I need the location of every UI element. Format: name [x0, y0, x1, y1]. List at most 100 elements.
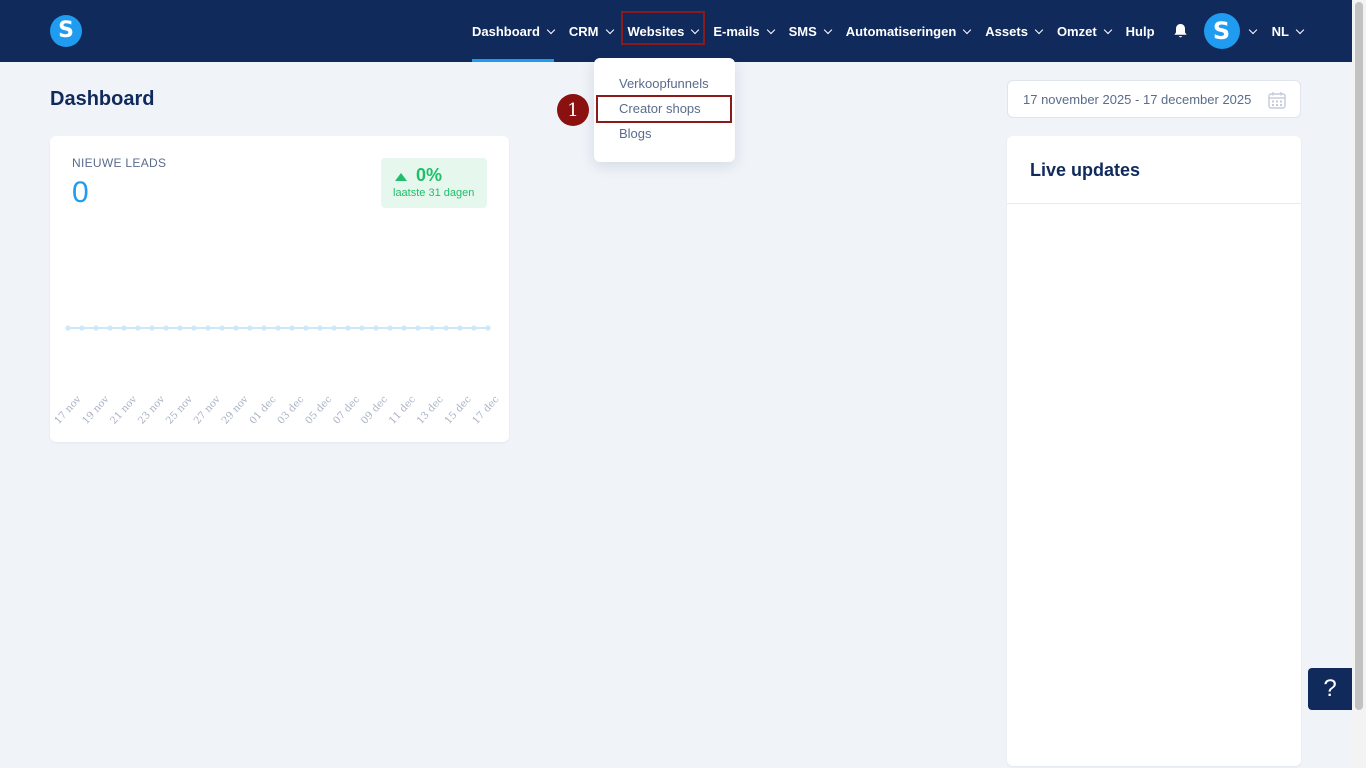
data-point: [387, 325, 393, 331]
data-point: [107, 325, 113, 331]
chevron-down-icon: [1248, 25, 1257, 34]
x-tick-label: 05 dec: [304, 394, 335, 427]
x-tick-label: 11 dec: [387, 394, 418, 427]
nav-crm[interactable]: CRM: [568, 0, 614, 62]
data-point: [359, 325, 365, 331]
annotation-highlight-box: [596, 95, 732, 123]
chevron-down-icon: [1295, 25, 1305, 34]
new-leads-card: NIEUWE LEADS 0 0% laatste 31 dagen 17 no…: [50, 136, 509, 442]
data-point: [191, 325, 197, 331]
x-tick-label: 27 nov: [192, 394, 223, 427]
nav-hulp-label: Hulp: [1125, 23, 1155, 39]
data-point: [93, 325, 99, 331]
x-tick-label: 23 nov: [136, 394, 167, 427]
divider: [1007, 203, 1301, 204]
data-point: [177, 325, 183, 331]
data-point: [415, 325, 421, 331]
data-point: [261, 325, 267, 331]
nav-websites[interactable]: Websites: [620, 0, 706, 62]
x-tick-label: 13 dec: [415, 394, 446, 427]
nav-emails-label: E-mails: [713, 23, 760, 39]
x-tick-label: 19 nov: [81, 394, 112, 427]
data-point: [121, 325, 127, 331]
x-tick-label: 21 nov: [108, 394, 139, 427]
scrollbar[interactable]: [1352, 0, 1366, 768]
scrollbar-thumb[interactable]: [1355, 2, 1363, 710]
date-range-text: 17 november 2025 - 17 december 2025: [1023, 92, 1252, 107]
data-point: [219, 325, 225, 331]
data-point: [289, 325, 295, 331]
avatar-letter: S: [1212, 17, 1231, 45]
data-point: [275, 325, 281, 331]
main-menu: Dashboard CRM Websites E-mails SMS Autom…: [472, 0, 1318, 62]
nav-dashboard[interactable]: Dashboard: [472, 0, 556, 62]
nav-sms[interactable]: SMS: [788, 0, 833, 62]
user-menu[interactable]: S: [1203, 0, 1257, 62]
chevron-down-icon: [1034, 25, 1044, 34]
data-point: [317, 325, 323, 331]
avatar: S: [1203, 13, 1240, 49]
x-tick-label: 07 dec: [331, 394, 362, 427]
chevron-down-icon: [691, 25, 700, 34]
leads-chart: 17 nov19 nov21 nov23 nov25 nov27 nov29 n…: [53, 325, 502, 427]
nav-sms-label: SMS: [788, 23, 817, 39]
x-tick-label: 09 dec: [359, 394, 390, 427]
annotation-step-badge: 1: [557, 94, 589, 126]
data-point: [303, 325, 309, 331]
x-tick-label: 17 nov: [53, 394, 84, 427]
x-tick-label: 17 dec: [471, 394, 502, 427]
chevron-down-icon: [605, 25, 614, 34]
nav-omzet-label: Omzet: [1056, 23, 1097, 39]
dropdown-item-blogs[interactable]: Blogs: [619, 126, 652, 141]
x-tick-label: 29 nov: [220, 394, 251, 427]
nav-hulp[interactable]: Hulp: [1126, 0, 1155, 62]
dropdown-item-verkoopfunnels[interactable]: Verkoopfunnels: [619, 76, 709, 91]
data-point: [429, 325, 435, 331]
data-point: [65, 325, 71, 331]
data-point: [247, 325, 253, 331]
nav-dashboard-label: Dashboard: [472, 23, 540, 39]
date-range-picker[interactable]: 17 november 2025 - 17 december 2025: [1007, 80, 1301, 118]
bell-icon-svg: [1174, 23, 1187, 38]
help-button[interactable]: ?: [1308, 668, 1352, 710]
language-selector[interactable]: NL: [1271, 0, 1305, 62]
data-point: [205, 325, 211, 331]
logo-letter: S: [58, 18, 74, 43]
live-updates-title: Live updates: [1030, 160, 1141, 180]
chevron-down-icon: [766, 25, 775, 34]
data-point: [163, 325, 169, 331]
data-point: [485, 325, 491, 331]
x-tick-label: 25 nov: [164, 394, 195, 427]
data-point: [471, 325, 477, 331]
x-tick-label: 01 dec: [248, 394, 279, 427]
x-tick-label: 03 dec: [276, 394, 307, 427]
calendar-icon: [1268, 92, 1286, 109]
data-point: [149, 325, 155, 331]
logo[interactable]: S: [50, 15, 82, 47]
chevron-down-icon: [546, 25, 556, 34]
data-point: [233, 325, 239, 331]
data-point: [457, 325, 463, 331]
chevron-down-icon: [963, 25, 972, 34]
nav-automatiseringen[interactable]: Automatiseringen: [845, 0, 972, 62]
data-point: [135, 325, 141, 331]
nav-emails[interactable]: E-mails: [713, 0, 775, 62]
chevron-down-icon: [1103, 25, 1112, 34]
live-updates-card: Live updates: [1007, 136, 1301, 766]
data-point: [331, 325, 337, 331]
data-point: [373, 325, 379, 331]
data-point: [443, 325, 449, 331]
nav-websites-label: Websites: [627, 23, 685, 39]
data-point: [79, 325, 85, 331]
data-point: [345, 325, 351, 331]
bell-icon[interactable]: [1170, 0, 1192, 62]
nav-crm-label: CRM: [568, 23, 599, 39]
top-navigation: S Dashboard CRM Websites E-mails SMS Aut…: [0, 0, 1352, 62]
nav-assets-label: Assets: [985, 23, 1028, 39]
nav-omzet[interactable]: Omzet: [1056, 0, 1112, 62]
nav-assets[interactable]: Assets: [985, 0, 1044, 62]
nav-automatiseringen-label: Automatiseringen: [845, 23, 957, 39]
data-point: [401, 325, 407, 331]
language-label: NL: [1271, 23, 1289, 39]
x-tick-label: 15 dec: [443, 394, 474, 427]
